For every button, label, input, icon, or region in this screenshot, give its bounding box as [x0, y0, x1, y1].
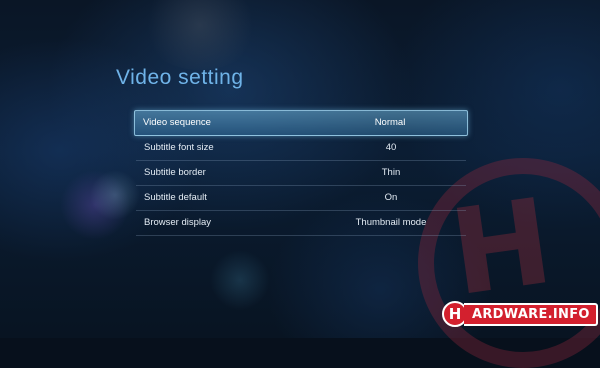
menu-item-value: Thin	[381, 167, 401, 178]
brand-logo: H ARDWARE.INFO	[442, 300, 598, 328]
menu-item-label: Subtitle border	[144, 167, 206, 178]
menu-item-subtitle-border[interactable]: Subtitle border Thin	[136, 161, 466, 186]
page-title: Video setting	[116, 66, 244, 89]
menu-item-label: Subtitle default	[144, 192, 207, 203]
menu-item-label: Subtitle font size	[144, 142, 214, 153]
menu-item-video-sequence[interactable]: Video sequence Normal	[134, 110, 468, 136]
menu-item-label: Browser display	[144, 217, 212, 228]
bokeh-light	[90, 170, 140, 220]
menu-item-label: Video sequence	[143, 117, 211, 128]
menu-item-value: 40	[385, 142, 397, 153]
menu-item-value: Normal	[374, 117, 406, 128]
menu-item-browser-display[interactable]: Browser display Thumbnail mode	[136, 211, 466, 236]
settings-menu: Video sequence Normal Subtitle font size…	[134, 110, 468, 236]
menu-item-subtitle-default[interactable]: Subtitle default On	[136, 186, 466, 211]
menu-item-value: Thumbnail mode	[355, 217, 427, 228]
menu-item-subtitle-font-size[interactable]: Subtitle font size 40	[136, 136, 466, 161]
menu-item-value: On	[384, 192, 398, 203]
logo-text: ARDWARE.INFO	[464, 302, 598, 326]
bokeh-light	[210, 250, 270, 310]
